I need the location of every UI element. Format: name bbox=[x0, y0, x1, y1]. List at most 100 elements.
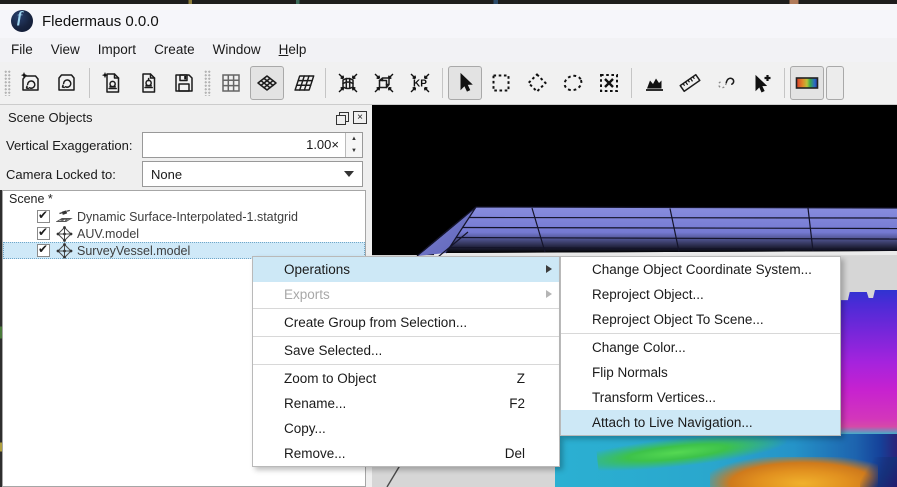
menu-separator bbox=[253, 308, 559, 309]
tree-item-label: AUV.model bbox=[77, 226, 140, 241]
menu-help[interactable]: Help bbox=[270, 38, 316, 62]
profile-chart-button[interactable] bbox=[637, 66, 671, 100]
menu-item-label: Exports bbox=[284, 287, 330, 302]
menu-item-label: Copy... bbox=[284, 421, 326, 436]
toolbar-drag-handle[interactable] bbox=[204, 70, 211, 96]
visibility-checkbox[interactable] bbox=[37, 225, 50, 240]
table-grid-icon bbox=[219, 71, 243, 95]
menu-item-attach-to-live-navigation[interactable]: Attach to Live Navigation... bbox=[561, 410, 840, 435]
context-menu: Operations Exports Create Group from Selec… bbox=[252, 256, 560, 467]
pointer-add-icon bbox=[750, 71, 774, 95]
toolbar-separator bbox=[784, 68, 785, 98]
menu-item-transform-vertices[interactable]: Transform Vertices... bbox=[561, 385, 840, 410]
fit-cube-icon bbox=[372, 71, 396, 95]
menu-item-label: Zoom to Object bbox=[284, 371, 377, 386]
menu-item-rename[interactable]: Rename... F2 bbox=[253, 391, 559, 416]
menu-item-label: Operations bbox=[284, 262, 351, 277]
visibility-checkbox[interactable] bbox=[37, 242, 50, 257]
menu-window[interactable]: Window bbox=[204, 38, 270, 62]
tree-item-auv-model[interactable]: AUV.model bbox=[3, 225, 365, 242]
open-scene-button[interactable] bbox=[50, 66, 84, 100]
statgrid-icon bbox=[55, 209, 73, 225]
camera-locked-label: Camera Locked to: bbox=[6, 166, 116, 182]
select-rect-button[interactable] bbox=[484, 66, 518, 100]
menu-item-zoom-to-object[interactable]: Zoom to Object Z bbox=[253, 366, 559, 391]
menu-item-label: Change Color... bbox=[592, 340, 686, 355]
surface-view-button[interactable] bbox=[250, 66, 284, 100]
menu-item-label: Remove... bbox=[284, 446, 346, 461]
scene-tree-root[interactable]: Scene * bbox=[3, 191, 365, 208]
visibility-checkbox[interactable] bbox=[37, 208, 50, 223]
menu-item-flip-normals[interactable]: Flip Normals bbox=[561, 360, 840, 385]
spin-up-button[interactable]: ▲ bbox=[346, 133, 362, 145]
pointer-add-button[interactable] bbox=[745, 66, 779, 100]
window-edge-strip bbox=[0, 190, 2, 487]
menu-item-change-object-coordinate-system[interactable]: Change Object Coordinate System... bbox=[561, 257, 840, 282]
grid-skew-button[interactable] bbox=[286, 66, 320, 100]
title-bar: Fledermaus 0.0.0 bbox=[0, 4, 897, 38]
menu-item-copy[interactable]: Copy... bbox=[253, 416, 559, 441]
submenu-arrow-icon bbox=[546, 290, 552, 298]
menu-item-change-color[interactable]: Change Color... bbox=[561, 335, 840, 360]
menu-item-label: Reproject Object... bbox=[592, 287, 704, 302]
save-button[interactable] bbox=[167, 66, 201, 100]
fit-cube-button[interactable] bbox=[367, 66, 401, 100]
table-grid-button[interactable] bbox=[214, 66, 248, 100]
window-title: Fledermaus 0.0.0 bbox=[42, 12, 159, 30]
menu-view[interactable]: View bbox=[42, 38, 89, 62]
svg-text:KP: KP bbox=[413, 79, 427, 90]
fit-surface-button[interactable] bbox=[331, 66, 365, 100]
menu-item-label: Change Object Coordinate System... bbox=[592, 262, 812, 277]
toolbar-separator bbox=[442, 68, 443, 98]
menu-item-reproject-object[interactable]: Reproject Object... bbox=[561, 282, 840, 307]
ruler-icon bbox=[678, 71, 702, 95]
import-vessel-button[interactable] bbox=[131, 66, 165, 100]
vertical-exaggeration-spinner[interactable]: 1.00× ▲ ▼ bbox=[142, 132, 363, 158]
panel-header: Scene Objects × bbox=[0, 105, 371, 129]
panel-float-button[interactable] bbox=[335, 111, 349, 125]
vertical-exaggeration-value[interactable]: 1.00× bbox=[143, 133, 345, 157]
menu-item-reproject-object-to-scene[interactable]: Reproject Object To Scene... bbox=[561, 307, 840, 332]
new-scene-button[interactable] bbox=[14, 66, 48, 100]
import-data-button[interactable] bbox=[95, 66, 129, 100]
save-icon bbox=[172, 71, 196, 95]
camera-locked-value: None bbox=[151, 166, 183, 182]
spline-button[interactable] bbox=[709, 66, 743, 100]
fit-kp-button[interactable]: KP bbox=[403, 66, 437, 100]
colormap-button[interactable] bbox=[790, 66, 824, 100]
model-icon bbox=[56, 225, 73, 242]
menu-item-save-selected[interactable]: Save Selected... bbox=[253, 338, 559, 363]
menu-bar: File View Import Create Window Help bbox=[0, 38, 897, 62]
menu-create[interactable]: Create bbox=[145, 38, 204, 62]
pointer-button[interactable] bbox=[448, 66, 482, 100]
cut-button-button[interactable] bbox=[826, 66, 844, 100]
select-clear-button[interactable] bbox=[592, 66, 626, 100]
app-logo-icon bbox=[11, 9, 33, 32]
toolbar-separator bbox=[631, 68, 632, 98]
menu-import[interactable]: Import bbox=[89, 38, 145, 62]
panel-close-button[interactable]: × bbox=[353, 110, 367, 124]
colormap-icon bbox=[794, 71, 820, 95]
menu-separator bbox=[253, 336, 559, 337]
spin-down-button[interactable]: ▼ bbox=[346, 145, 362, 157]
menu-item-operations[interactable]: Operations bbox=[253, 257, 559, 282]
toolbar-separator bbox=[89, 68, 90, 98]
menu-item-label: Reproject Object To Scene... bbox=[592, 312, 764, 327]
submenu-arrow-icon bbox=[546, 265, 552, 273]
tree-item-label: SurveyVessel.model bbox=[77, 243, 191, 258]
menu-item-remove[interactable]: Remove... Del bbox=[253, 441, 559, 466]
menu-item-create-group-from-selection[interactable]: Create Group from Selection... bbox=[253, 310, 559, 335]
ruler-button[interactable] bbox=[673, 66, 707, 100]
select-poly-button[interactable] bbox=[520, 66, 554, 100]
new-scene-icon bbox=[19, 71, 43, 95]
camera-locked-combobox[interactable]: None bbox=[142, 161, 363, 187]
chevron-down-icon bbox=[344, 171, 354, 177]
menu-item-label: Rename... bbox=[284, 396, 347, 411]
select-lasso-icon bbox=[561, 71, 585, 95]
toolbar-drag-handle[interactable] bbox=[4, 70, 11, 96]
menu-file[interactable]: File bbox=[2, 38, 42, 62]
select-lasso-button[interactable] bbox=[556, 66, 590, 100]
tree-item-dynamic-surface-interpolated-1-statgrid[interactable]: Dynamic Surface-Interpolated-1.statgrid bbox=[3, 208, 365, 225]
grid-skew-icon bbox=[291, 71, 315, 95]
fit-surface-icon bbox=[336, 71, 360, 95]
